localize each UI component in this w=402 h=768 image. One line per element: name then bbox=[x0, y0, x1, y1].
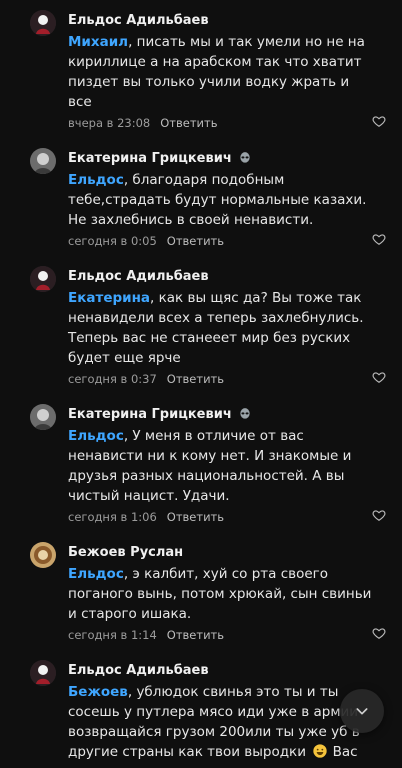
comment-item: Екатерина Грицкевич Ельдос, У меня в отл… bbox=[0, 394, 402, 532]
comment-time: сегодня в 1:06 bbox=[68, 510, 157, 524]
reply-button[interactable]: Ответить bbox=[167, 372, 224, 386]
comment-meta: сегодня в 1:14 Ответить bbox=[68, 626, 386, 644]
comment-time: сегодня в 0:05 bbox=[68, 234, 157, 248]
comment-author[interactable]: Ельдос Адильбаев bbox=[68, 663, 209, 678]
reply-button[interactable]: Ответить bbox=[167, 628, 224, 642]
heart-icon[interactable] bbox=[372, 232, 386, 246]
comment-author[interactable]: Бежоев Руслан bbox=[68, 545, 183, 560]
heart-icon[interactable] bbox=[372, 626, 386, 640]
comment-author[interactable]: Екатерина Грицкевич bbox=[68, 407, 232, 422]
scroll-down-button[interactable] bbox=[340, 689, 384, 733]
comment-mention[interactable]: Екатерина bbox=[68, 290, 150, 306]
comment-author[interactable]: Екатерина Грицкевич bbox=[68, 151, 232, 166]
comment-mention[interactable]: Ельдос bbox=[68, 428, 124, 444]
avatar[interactable] bbox=[30, 10, 56, 36]
comment-text: Ельдос, У меня в отличие от вас ненавист… bbox=[68, 426, 373, 506]
comment-mention[interactable]: Ельдос bbox=[68, 566, 124, 582]
avatar[interactable] bbox=[30, 266, 56, 292]
comment-item: Бежоев Руслан Ельдос, э калбит, хуй со р… bbox=[0, 532, 402, 650]
reply-button[interactable]: Ответить bbox=[160, 116, 217, 130]
comment-item: Ельдос Адильбаев Михаил, писать мы и так… bbox=[0, 0, 402, 138]
chevron-down-icon bbox=[356, 708, 368, 715]
comment-time: сегодня в 1:14 bbox=[68, 628, 157, 642]
grinning-face-icon bbox=[313, 744, 327, 758]
heart-icon[interactable] bbox=[372, 370, 386, 384]
comment-meta: сегодня в 0:05 Ответить bbox=[68, 232, 386, 250]
avatar[interactable] bbox=[30, 542, 56, 568]
heart-icon[interactable] bbox=[372, 114, 386, 128]
comment-trailing: Вас bbox=[328, 744, 358, 760]
comment-meta: вчера в 23:08 Ответить bbox=[68, 114, 386, 132]
comment-mention[interactable]: Бежоев bbox=[68, 684, 128, 700]
reply-button[interactable]: Ответить bbox=[167, 234, 224, 248]
comments-list: Ельдос Адильбаев Михаил, писать мы и так… bbox=[0, 0, 402, 768]
alien-icon bbox=[240, 408, 250, 419]
avatar[interactable] bbox=[30, 404, 56, 430]
comment-text: Михаил, писать мы и так умели но не на к… bbox=[68, 32, 373, 112]
comment-mention[interactable]: Ельдос bbox=[68, 172, 124, 188]
comment-text: Ельдос, э калбит, хуй со рта своего пога… bbox=[68, 564, 373, 624]
comment-text: Ельдос, благодаря подобным тебе,страдать… bbox=[68, 170, 373, 230]
comment-item: Ельдос Адильбаев Екатерина, как вы щяс д… bbox=[0, 256, 402, 394]
heart-icon[interactable] bbox=[372, 508, 386, 522]
reply-button[interactable]: Ответить bbox=[167, 510, 224, 524]
comment-time: вчера в 23:08 bbox=[68, 116, 151, 130]
comment-author[interactable]: Ельдос Адильбаев bbox=[68, 269, 209, 284]
comment-meta: сегодня в 1:06 Ответить bbox=[68, 508, 386, 526]
comment-item: Екатерина Грицкевич Ельдос, благодаря по… bbox=[0, 138, 402, 256]
comment-mention[interactable]: Михаил bbox=[68, 34, 128, 50]
comment-author[interactable]: Ельдос Адильбаев bbox=[68, 13, 209, 28]
avatar[interactable] bbox=[30, 660, 56, 686]
alien-icon bbox=[240, 152, 250, 163]
comment-text: Екатерина, как вы щяс да? Вы тоже так не… bbox=[68, 288, 373, 368]
avatar[interactable] bbox=[30, 148, 56, 174]
comment-time: сегодня в 0:37 bbox=[68, 372, 157, 386]
comment-text: Бежоев, ублюдок свинья это ты и ты сосеш… bbox=[68, 682, 373, 762]
comment-meta: сегодня в 0:37 Ответить bbox=[68, 370, 386, 388]
